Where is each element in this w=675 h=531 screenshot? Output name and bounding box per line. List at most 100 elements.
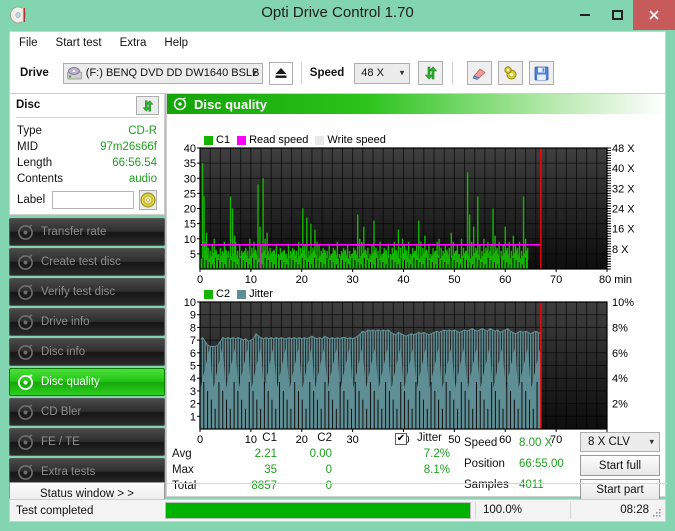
svg-text:80 min: 80 min: [599, 274, 632, 286]
drive-icon: [66, 66, 82, 80]
stats-avg-c2: 0.00: [309, 448, 332, 460]
svg-text:20: 20: [184, 204, 196, 216]
svg-text:48 X: 48 X: [612, 143, 635, 155]
sidebar-item-label: Verify test disc: [41, 286, 116, 298]
status-bar: Test completed 100.0% 08:28: [9, 499, 666, 522]
checkmark-icon: ✔: [396, 433, 406, 444]
settings-button[interactable]: [498, 61, 524, 85]
disc-icon: [17, 343, 34, 361]
gear-icon: [504, 66, 517, 80]
position-stat-value: 66:55.00: [519, 458, 564, 470]
speed-select[interactable]: 48 X ▾: [354, 62, 411, 84]
svg-text:9: 9: [190, 310, 196, 322]
svg-text:40: 40: [184, 143, 196, 155]
disc-row-contents: Contents audio: [17, 171, 157, 187]
stats-max-c2: 0: [325, 464, 332, 476]
stats-col-c2: C2: [317, 432, 332, 444]
sidebar-item-drive-info[interactable]: Drive info: [9, 308, 165, 336]
disc-row-length: Length 66:56.54: [17, 155, 157, 171]
disc-info-panel: Disc Type CD-R MID 97m26s66f Length 66:5…: [9, 93, 165, 215]
status-text: Test completed: [16, 504, 94, 517]
svg-text:7: 7: [190, 335, 196, 347]
legend-label: Write speed: [327, 134, 386, 146]
write-speed-select[interactable]: 8 X CLV ▾: [580, 432, 660, 452]
legend-label: C2: [216, 288, 231, 300]
close-button[interactable]: [633, 0, 675, 30]
menu-start-test[interactable]: Start test: [47, 35, 111, 51]
refresh-icon: [424, 66, 437, 80]
cd-disc-icon: [140, 192, 156, 208]
stats-panel: C1 C2 ✔ Jitter Avg 2.21 0.00 7.2% Max 35…: [167, 432, 667, 500]
sidebar-item-label: FE / TE: [41, 436, 80, 448]
svg-text:5: 5: [190, 249, 196, 261]
progress-label: 100.0%: [475, 502, 570, 519]
refresh-icon: [142, 99, 153, 112]
refresh-button[interactable]: [418, 61, 444, 85]
start-full-button[interactable]: Start full: [580, 455, 660, 476]
svg-text:6: 6: [190, 348, 196, 360]
disc-label-input[interactable]: [52, 191, 135, 209]
stats-avg-jitter: 7.2%: [423, 448, 450, 460]
svg-text:70: 70: [550, 274, 562, 286]
menu-extra[interactable]: Extra: [111, 35, 156, 51]
svg-text:24 X: 24 X: [612, 204, 635, 216]
disc-value: 97m26s66f: [100, 141, 157, 153]
sidebar-item-verify-test-disc[interactable]: Verify test disc: [9, 278, 165, 306]
svg-text:8 X: 8 X: [612, 244, 629, 256]
sidebar-item-label: Transfer rate: [41, 226, 107, 238]
svg-text:8%: 8%: [612, 322, 628, 334]
menu-help[interactable]: Help: [155, 35, 197, 51]
minimize-button[interactable]: [569, 0, 601, 30]
disc-icon: [17, 283, 34, 301]
svg-text:30: 30: [184, 173, 196, 185]
divider: [167, 483, 667, 484]
samples-stat-label: Samples: [464, 479, 509, 491]
drive-select[interactable]: (F:) BENQ DVD DD DW1640 BSLB ▾: [62, 62, 263, 84]
sidebar-item-cd-bler[interactable]: CD Bler: [9, 398, 165, 426]
svg-text:10: 10: [184, 234, 196, 246]
eject-button[interactable]: [268, 61, 293, 85]
svg-text:5: 5: [190, 361, 196, 373]
svg-text:2: 2: [190, 399, 196, 411]
disc-value: 66:56.54: [112, 157, 157, 169]
disc-panel-header: Disc: [10, 94, 164, 116]
svg-text:6%: 6%: [612, 348, 628, 360]
sidebar-item-fe-te[interactable]: FE / TE: [9, 428, 165, 456]
app-window: Opti Drive Control 1.70 File Start test …: [0, 0, 675, 531]
jitter-checkbox[interactable]: ✔: [395, 433, 407, 445]
jitter-label: Jitter: [417, 432, 442, 444]
speed-stat-label: Speed: [464, 437, 498, 449]
legend-label: C1: [216, 134, 231, 146]
disc-label-button[interactable]: [139, 190, 158, 210]
maximize-button[interactable]: [601, 0, 633, 30]
menu-file[interactable]: File: [10, 35, 47, 51]
sidebar-item-transfer-rate[interactable]: Transfer rate: [9, 218, 165, 246]
disc-refresh-button[interactable]: [136, 96, 159, 115]
menu-bar: File Start test Extra Help: [9, 31, 666, 53]
erase-button[interactable]: [467, 61, 493, 85]
svg-text:0: 0: [197, 274, 203, 286]
sidebar-item-disc-info[interactable]: Disc info: [9, 338, 165, 366]
resize-grip-icon[interactable]: [652, 508, 662, 518]
eraser-icon: [472, 68, 486, 80]
sidebar-item-label: Extra tests: [41, 466, 96, 478]
sidebar-item-disc-quality[interactable]: Disc quality: [9, 368, 165, 396]
disc-icon: [173, 97, 187, 111]
svg-text:1: 1: [190, 411, 196, 423]
disc-key: Length: [17, 157, 53, 169]
left-panel: Disc Type CD-R MID 97m26s66f Length 66:5…: [9, 93, 165, 505]
samples-stat-value: 4011: [519, 479, 544, 491]
main-header-title: Disc quality: [194, 96, 267, 112]
drive-value: (F:) BENQ DVD DD DW1640 BSLB: [85, 67, 260, 79]
stats-row-max-label: Max: [172, 464, 194, 476]
title-bar: Opti Drive Control 1.70: [0, 0, 675, 30]
disc-key: MID: [17, 141, 39, 153]
svg-text:10%: 10%: [612, 297, 634, 309]
svg-text:10: 10: [245, 274, 257, 286]
sidebar-item-create-test-disc[interactable]: Create test disc: [9, 248, 165, 276]
disc-row-type: Type CD-R: [17, 123, 157, 139]
disc-icon: [17, 223, 34, 241]
save-button[interactable]: [529, 61, 555, 85]
disc-label-key: Label: [17, 194, 46, 206]
svg-text:40 X: 40 X: [612, 163, 635, 175]
